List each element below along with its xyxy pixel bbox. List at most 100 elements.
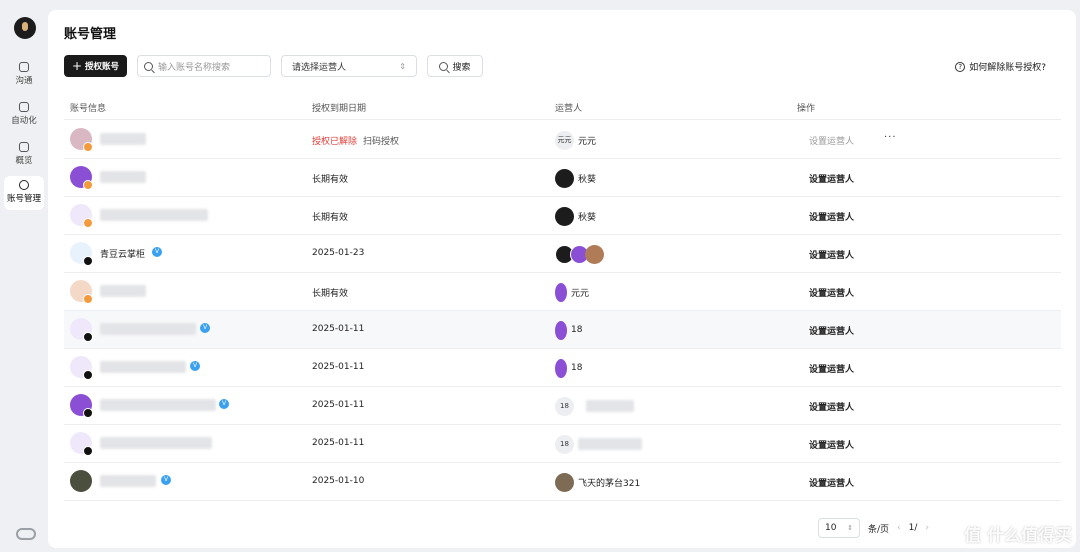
operator-cell: 18 [555, 433, 642, 455]
search-input[interactable]: 输入账号名称搜索 [137, 55, 271, 77]
operator-name: 秋葵 [578, 174, 597, 185]
header-account-info: 账号信息 [70, 104, 107, 114]
operator-name: 秋葵 [578, 212, 597, 223]
help-link-label: 如何解除账号授权? [969, 63, 1046, 73]
set-operator-button[interactable]: 设置运营人 [809, 438, 854, 451]
expiry-cell: 长期有效 [312, 175, 349, 185]
operator-select[interactable]: 请选择运营人 ⇕ [281, 55, 417, 77]
operator-avatar: 元元 [555, 130, 574, 150]
operator-avatar [555, 472, 574, 492]
operator-name-blurred [586, 400, 634, 412]
verified-icon: V [200, 323, 210, 333]
expiry-cell: 2025-01-11 [312, 362, 365, 372]
verified-icon: V [190, 361, 200, 371]
sidebar-item-automation[interactable]: 自动化 [4, 98, 44, 132]
operator-avatar [555, 206, 574, 226]
authorize-account-button[interactable]: + 授权账号 [64, 55, 127, 77]
douyin-badge-icon [83, 332, 93, 342]
operator-cell: 元元 元元 [555, 129, 596, 151]
account-name-blurred [100, 171, 146, 183]
account-name-blurred [100, 285, 146, 297]
sidebar-item-label: 沟通 [15, 76, 33, 86]
operator-cell: 18 [555, 319, 582, 341]
set-operator-button[interactable]: 设置运营人 [809, 210, 854, 223]
search-button[interactable]: 搜索 [427, 55, 483, 77]
operator-avatar [585, 244, 604, 264]
table-row: V 2025-01-11 18 设置运营人 [64, 387, 1061, 425]
table-row: 长期有效 秋葵 设置运营人 [64, 197, 1061, 235]
sidebar-item-chat[interactable]: 沟通 [4, 58, 44, 92]
set-operator-button[interactable]: 设置运营人 [809, 134, 854, 147]
set-operator-button[interactable]: 设置运营人 [809, 476, 854, 489]
robot-icon [19, 102, 29, 112]
chat-icon [19, 62, 29, 72]
douyin-badge-icon [83, 370, 93, 380]
douyin-badge-icon [83, 408, 93, 418]
expiry-cell: 2025-01-11 [312, 324, 365, 334]
page-size-select[interactable]: 10 ⇕ [818, 518, 860, 538]
auth-revoked-status: 授权已解除 [312, 137, 358, 147]
user-avatar[interactable] [14, 17, 36, 39]
table-row: 授权已解除 扫码授权 元元 元元 设置运营人 ··· [64, 121, 1061, 159]
operator-avatar [555, 168, 574, 188]
account-icon [19, 180, 29, 190]
expiry-cell: 2025-01-11 [312, 438, 365, 448]
next-page-button[interactable]: › [925, 523, 929, 533]
prev-page-button[interactable]: ‹ [897, 523, 901, 533]
operator-cell: 元元 [555, 281, 589, 303]
table-row: 长期有效 元元 设置运营人 [64, 273, 1061, 311]
set-operator-button[interactable]: 设置运营人 [809, 362, 854, 375]
page-size-value: 10 [825, 523, 837, 533]
verified-icon: V [219, 399, 229, 409]
expiry-cell: 长期有效 [312, 289, 349, 299]
set-operator-button[interactable]: 设置运营人 [809, 286, 854, 299]
account-name-blurred [100, 323, 196, 335]
verified-icon: V [152, 247, 162, 257]
scan-authorize-link[interactable]: 扫码授权 [363, 137, 399, 147]
account-name-blurred [100, 209, 208, 221]
page-title: 账号管理 [64, 27, 117, 42]
help-link[interactable]: ? 如何解除账号授权? [955, 60, 1046, 73]
operator-cell: 秋葵 [555, 205, 596, 227]
cloud-logo-icon [16, 528, 36, 540]
page-size-unit: 条/页 [868, 524, 890, 535]
operator-avatar: 18 [555, 396, 574, 416]
table-row: V 2025-01-10 飞天的茅台321 设置运营人 [64, 463, 1061, 501]
operator-avatar [555, 358, 567, 378]
more-options-icon[interactable]: ··· [884, 132, 897, 143]
sidebar-item-label: 概览 [15, 156, 33, 166]
operator-cell: 秋葵 [555, 167, 596, 189]
set-operator-button[interactable]: 设置运营人 [809, 172, 854, 185]
douyin-badge-icon [83, 446, 93, 456]
douyin-badge-icon [83, 256, 93, 266]
account-name-blurred [100, 133, 146, 145]
table-row: 青豆云掌柜 V 2025-01-23 设置运营人 [64, 235, 1061, 273]
account-name-blurred [100, 475, 156, 487]
sidebar-item-label: 自动化 [11, 116, 37, 126]
account-avatar [70, 470, 92, 492]
grid-icon [19, 142, 29, 152]
chevron-updown-icon: ⇕ [847, 524, 853, 532]
sidebar-item-account-management[interactable]: 账号管理 [4, 176, 44, 210]
sidebar-item-overview[interactable]: 概览 [4, 138, 44, 172]
operator-cell: 18 [555, 395, 634, 417]
operator-name-blurred [578, 438, 642, 450]
account-name-blurred [100, 399, 216, 411]
expiry-cell: 授权已解除 扫码授权 [312, 134, 399, 147]
page-indicator: 1/ [908, 523, 918, 533]
search-icon [439, 61, 449, 71]
expiry-cell: 长期有效 [312, 213, 349, 223]
table-row: 长期有效 秋葵 设置运营人 [64, 159, 1061, 197]
operator-cell: 飞天的茅台321 [555, 471, 640, 493]
sidebar-item-label: 账号管理 [6, 194, 41, 204]
set-operator-button[interactable]: 设置运营人 [809, 248, 854, 261]
search-placeholder: 输入账号名称搜索 [158, 62, 231, 73]
table-row: V 2025-01-11 18 设置运营人 [64, 349, 1061, 387]
platform-badge-icon [83, 142, 93, 152]
operator-name: 元元 [571, 288, 590, 299]
set-operator-button[interactable]: 设置运营人 [809, 400, 854, 413]
set-operator-button[interactable]: 设置运营人 [809, 324, 854, 337]
header-operator: 运营人 [555, 104, 583, 114]
expiry-cell: 2025-01-11 [312, 400, 365, 410]
expiry-cell: 2025-01-10 [312, 476, 365, 486]
